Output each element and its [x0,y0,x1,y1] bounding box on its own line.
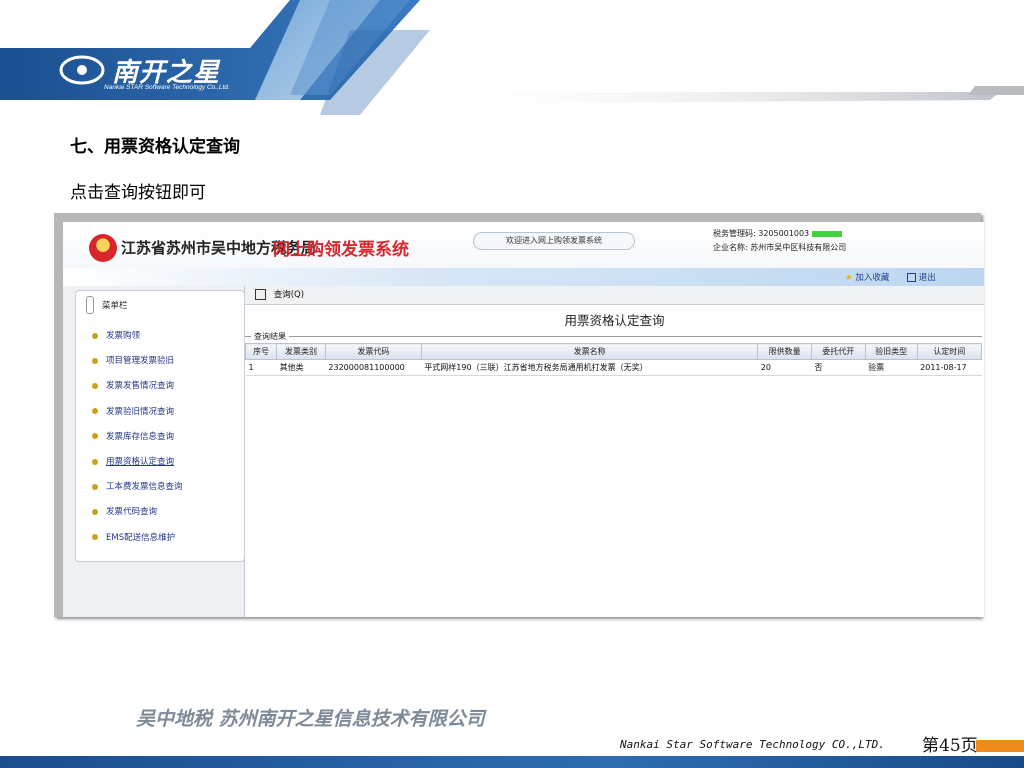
results-table: 序号 发票类别 发票代码 发票名称 限供数量 委托代开 验旧类型 认定时间 1 其他类 23200… [244,343,983,376]
footer-company: 吴中地税 苏州南开之星信息技术有限公司 [136,708,485,730]
table-cell: 验票 [865,359,918,376]
company-info: 企业名称: 苏州市吴中区科技有限公司 [713,243,847,252]
logout-link[interactable]: 退出 [907,271,936,283]
bullet-icon [92,483,98,490]
sidebar-item[interactable]: 发票发售情况查询 [92,379,174,391]
star-icon: ★ [845,273,853,283]
sidebar-item[interactable]: 发票验旧情况查询 [92,405,174,417]
menu-toggle-icon[interactable] [86,296,94,314]
sidebar-item-label: 发票库存信息查询 [106,431,175,442]
sidebar-item[interactable]: EMS配送信息维护 [92,531,175,543]
logout-icon [907,273,916,282]
company-logo: 南开之星 Nankai STAR Software Technology Co.… [58,50,258,96]
query-button[interactable]: 查询(Q) [255,288,304,300]
logo-subtitle: Nankai STAR Software Technology Co.,Ltd. [104,84,230,91]
sidebar-item-label: EMS配送信息维护 [106,532,176,543]
table-cell: 1 [245,359,277,376]
sidebar-item-label: 发票发售情况查询 [106,381,175,392]
sidebar-item[interactable]: 发票代码查询 [92,505,157,517]
table-cell: 平式网样190（三联）江苏省地方税务局通用机打发票（无奖） [421,359,758,376]
bullet-icon [92,382,98,389]
table-body: 1 其他类 232000081100000 平式网样190（三联）江苏省地方税务局通用… [245,359,982,376]
add-favorite-link[interactable]: ★ 加入收藏 [845,271,889,283]
bullet-icon [92,534,98,541]
sidebar-item-label: 发票代码查询 [106,507,158,518]
add-favorite-label: 加入收藏 [855,273,890,283]
sidebar-item[interactable]: 发票库存信息查询 [92,430,174,442]
sidebar-item[interactable]: 项目管理发票验旧 [92,354,174,366]
column-header[interactable]: 序号 [244,343,278,360]
table-row[interactable]: 1 其他类 232000081100000 平式网样190（三联）江苏省地方税务局通用… [245,359,982,376]
app-window: 江苏省苏州市吴中地方税务局 网上购领发票系统 欢迎进入网上购领发票系统 税务管理… [63,222,984,617]
column-header[interactable]: 认定时间 [916,343,983,360]
app-title-system: 网上购领发票系统 [273,240,409,260]
tax-code-text: 税务管理码: 3205001003 [713,229,810,238]
column-header[interactable]: 发票代码 [324,343,422,360]
welcome-banner: 欢迎进入网上购领发票系统 [473,232,635,250]
menu-title: 菜单栏 [102,301,128,311]
redaction-mark [811,230,842,237]
sidebar-item[interactable]: 工本费发票信息查询 [92,480,183,492]
sidebar-item-label: 发票购领 [106,331,141,341]
sidebar-item[interactable]: 用票资格认定查询 [92,455,174,467]
tax-code-info: 税务管理码: 3205001003 [713,228,842,239]
column-header[interactable]: 发票名称 [420,343,759,360]
sidebar: 菜单栏 发票购领项目管理发票验旧 发票发售情况查询 发票验旧情况查询 发票库存信息查询… [63,286,245,617]
star-swirl-icon [59,55,105,85]
column-header[interactable]: 发票类别 [276,343,326,360]
sidebar-item[interactable]: 发票购领 [92,329,140,341]
table-header-row: 序号 发票类别 发票代码 发票名称 限供数量 委托代开 验旧类型 认定时间 [244,343,983,360]
table-cell: 其他类 [276,359,326,376]
sidebar-item-label: 发票验旧情况查询 [106,406,175,417]
column-header[interactable]: 限供数量 [757,343,812,360]
sidebar-item-label: 用票资格认定查询 [106,457,175,467]
tax-emblem-icon [89,234,117,262]
results-group-label: 查询结果 [251,331,289,342]
footer-bar [0,756,1024,768]
column-header[interactable]: 验旧类型 [864,343,918,360]
table-cell: 2011-08-17 [917,359,982,376]
table-cell: 20 [757,359,812,376]
main-content: 查询(Q) 用票资格认定查询 查询结果 序号 发票类别 发票代码 发票名称 限供数量 委托… [244,286,984,617]
bullet-icon [92,408,98,415]
slide-heading: 七、用票资格认定查询 [70,137,240,157]
app-screenshot-frame: 江苏省苏州市吴中地方税务局 网上购领发票系统 欢迎进入网上购领发票系统 税务管理… [54,213,984,617]
table-cell: 否 [811,359,866,376]
footer-accent [976,740,1024,752]
column-header[interactable]: 委托代开 [810,343,866,360]
bullet-icon [92,458,98,465]
logout-label: 退出 [918,273,936,283]
toolbar: 查询(Q) [245,286,984,305]
search-icon [255,289,266,300]
page-title: 用票资格认定查询 [564,313,665,328]
slide-instruction: 点击查询按钮即可 [70,183,206,203]
table-cell: 232000081100000 [325,359,422,376]
bullet-icon [92,508,98,515]
menu-panel: 菜单栏 发票购领项目管理发票验旧 发票发售情况查询 发票验旧情况查询 发票库存信息查询… [75,290,245,562]
sidebar-item-label: 工本费发票信息查询 [106,482,183,493]
page-number: 第45页 [922,736,978,756]
footer-company-en: Nankai Star Software Technology CO.,LTD. [620,738,885,751]
query-button-label: 查询(Q) [273,290,305,300]
bullet-icon [92,357,98,364]
bullet-icon [92,332,98,339]
sidebar-item-label: 项目管理发票验旧 [106,356,175,367]
bullet-icon [92,433,98,440]
